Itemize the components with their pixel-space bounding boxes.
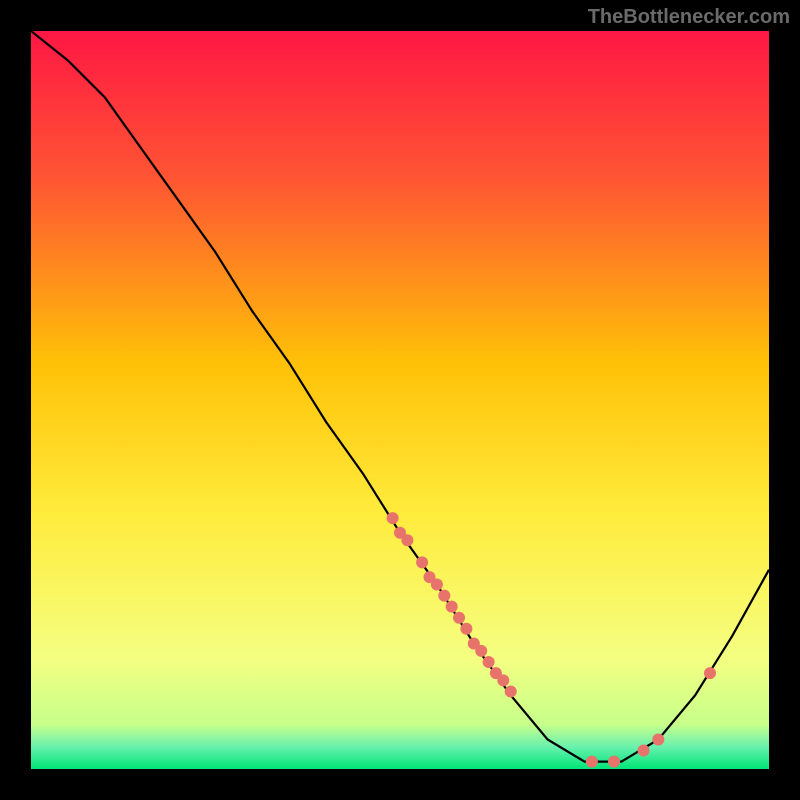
data-marker	[608, 756, 620, 768]
data-marker	[446, 601, 458, 613]
data-marker	[505, 686, 517, 698]
plot-area	[31, 31, 769, 769]
data-marker	[586, 756, 598, 768]
data-marker	[401, 534, 413, 546]
data-marker	[497, 674, 509, 686]
data-marker	[438, 590, 450, 602]
data-marker	[431, 579, 443, 591]
chart-container: TheBottlenecker.com	[0, 0, 800, 800]
data-marker	[652, 734, 664, 746]
data-marker	[460, 623, 472, 635]
data-marker	[483, 656, 495, 668]
data-marker	[416, 556, 428, 568]
data-marker	[453, 612, 465, 624]
data-marker	[387, 512, 399, 524]
gradient-background	[31, 31, 769, 769]
data-marker	[704, 667, 716, 679]
chart-svg	[31, 31, 769, 769]
attribution-text: TheBottlenecker.com	[588, 6, 790, 29]
data-marker	[638, 745, 650, 757]
data-marker	[475, 645, 487, 657]
